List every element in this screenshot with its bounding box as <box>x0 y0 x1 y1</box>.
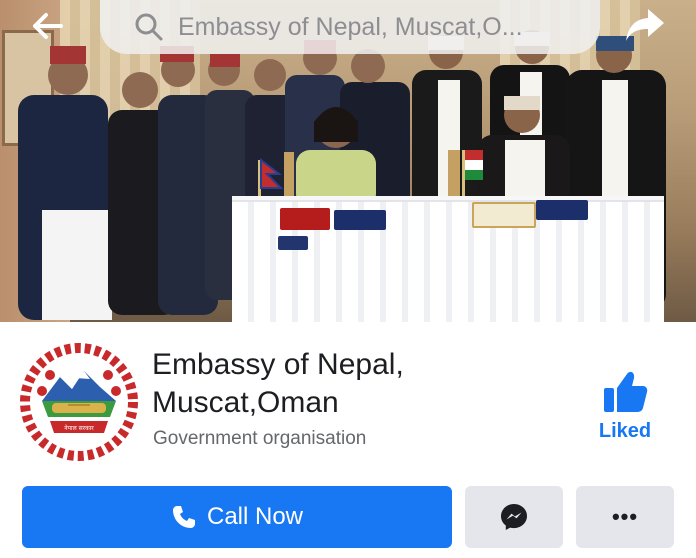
more-options-button[interactable]: ••• <box>576 486 674 548</box>
page-title-line-2: Muscat,Oman <box>152 386 339 419</box>
page-category: Government organisation <box>153 428 367 449</box>
back-button[interactable] <box>26 8 70 44</box>
thumbs-up-icon <box>604 371 648 412</box>
messenger-icon <box>501 504 527 530</box>
page-profile-picture[interactable]: नेपाल सरकार <box>20 343 138 461</box>
messenger-button[interactable] <box>465 486 563 548</box>
emblem-motto-text: नेपाल सरकार <box>64 424 94 432</box>
liked-label: Liked <box>598 420 652 442</box>
open-document <box>472 202 536 228</box>
search-query-text: Embassy of Nepal, Muscat,O... <box>178 12 523 41</box>
call-now-button[interactable]: Call Now <box>22 486 452 548</box>
phone-icon <box>172 506 195 528</box>
page-title-line-1: Embassy of Nepal, <box>152 348 404 381</box>
more-options-dots: ••• <box>611 504 639 529</box>
share-button[interactable] <box>620 4 670 46</box>
blue-folder-right <box>536 200 588 220</box>
search-bar[interactable]: Embassy of Nepal, Muscat,O... <box>100 0 600 54</box>
liked-button[interactable]: Liked <box>590 370 660 460</box>
small-folder <box>278 236 308 250</box>
share-arrow-icon <box>626 9 664 41</box>
red-folder <box>280 208 330 230</box>
arrow-left-icon <box>33 13 63 39</box>
page-title: Embassy of Nepal, Muscat,Oman <box>152 346 572 422</box>
call-now-label: Call Now <box>206 503 304 530</box>
nepal-emblem-logo: नेपाल सरकार <box>20 343 138 461</box>
search-icon <box>135 13 163 41</box>
blue-folder-left <box>334 210 386 230</box>
